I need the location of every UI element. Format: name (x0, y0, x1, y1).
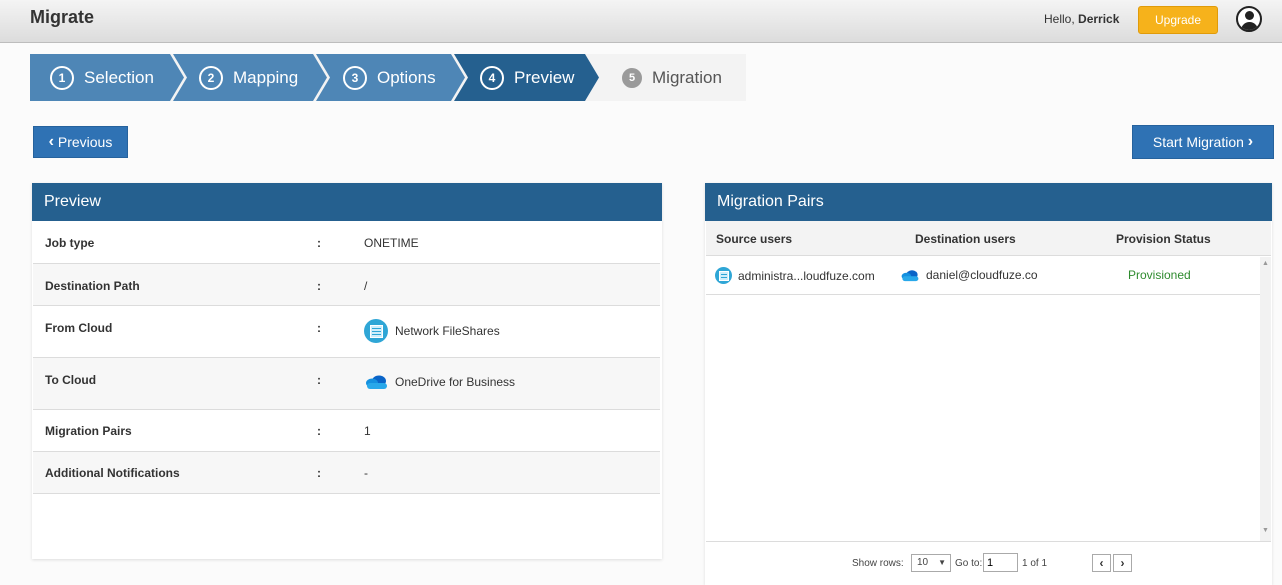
step-mapping[interactable]: 2 Mapping (199, 54, 298, 101)
scroll-down-icon[interactable]: ▼ (1262, 527, 1269, 534)
row-value-group: Network FileShares (364, 319, 500, 343)
row-value: - (364, 466, 368, 480)
prev-page-button[interactable]: ‹ (1092, 554, 1111, 572)
migration-pairs-title: Migration Pairs (705, 183, 1272, 221)
preview-row-additional-notifications: Additional Notifications : - (33, 452, 660, 494)
network-fileshares-icon (364, 319, 388, 343)
network-fileshares-icon (715, 267, 732, 284)
preview-row-to-cloud: To Cloud : OneDrive for Business (33, 358, 660, 410)
greeting-text: Hello, (1044, 12, 1075, 26)
chevron-right-icon: › (1247, 133, 1254, 150)
row-value-group: OneDrive for Business (364, 374, 515, 390)
destination-user-cell: daniel@cloudfuze.co (900, 268, 1038, 282)
wizard-steps: 1 Selection 2 Mapping 3 Options 4 Previe… (30, 54, 746, 101)
row-separator: : (317, 236, 321, 250)
user-avatar-icon[interactable] (1236, 6, 1262, 32)
preview-row-migration-pairs: Migration Pairs : 1 (33, 410, 660, 452)
row-value: 1 (364, 424, 371, 438)
table-row[interactable]: administra...loudfuze.com daniel@cloudfu… (706, 257, 1262, 295)
page-info: 1 of 1 (1022, 558, 1048, 569)
user-name: Derrick (1078, 12, 1120, 26)
step-label: Migration (652, 67, 722, 87)
row-label: Job type (45, 236, 95, 250)
go-to-label: Go to: (955, 558, 983, 569)
app-title: Migrate (30, 7, 95, 27)
dropdown-arrow-icon: ▼ (938, 558, 946, 567)
step-label: Selection (84, 67, 154, 87)
row-separator: : (317, 279, 321, 293)
step-migration[interactable]: 5 Migration (622, 54, 722, 101)
provision-status: Provisioned (1128, 268, 1191, 282)
preview-title: Preview (32, 183, 662, 221)
destination-user: daniel@cloudfuze.co (926, 268, 1038, 282)
next-page-button[interactable]: › (1113, 554, 1132, 572)
row-separator: : (317, 466, 321, 480)
column-source-users[interactable]: Source users (716, 232, 792, 246)
preview-row-job-type: Job type : ONETIME (33, 221, 660, 264)
preview-row-destination-path: Destination Path : / (33, 264, 660, 306)
row-label: Additional Notifications (45, 466, 180, 480)
source-user: administra...loudfuze.com (738, 268, 875, 283)
start-migration-label: Start Migration (1152, 134, 1244, 150)
scroll-up-icon[interactable]: ▲ (1262, 260, 1269, 267)
migration-pairs-panel: Migration Pairs Source users Destination… (705, 183, 1272, 585)
row-value: / (364, 279, 368, 293)
row-label: To Cloud (45, 373, 97, 387)
step-label: Options (377, 67, 436, 87)
chevron-left-icon: ‹ (1099, 556, 1104, 570)
step-preview[interactable]: 4 Preview (480, 54, 574, 101)
rows-per-page-select[interactable]: 10 ▼ (911, 554, 951, 572)
column-provision-status[interactable]: Provision Status (1116, 232, 1211, 246)
source-user-cell: administra...loudfuze.com (715, 267, 875, 284)
step-label: Preview (514, 67, 575, 87)
row-separator: : (317, 424, 321, 438)
pairs-table-header: Source users Destination users Provision… (706, 221, 1271, 256)
pairs-scrollbar[interactable]: ▲ ▼ (1260, 257, 1271, 541)
row-label: Migration Pairs (45, 424, 132, 438)
rows-per-page-value: 10 (917, 557, 929, 568)
row-separator: : (317, 373, 321, 387)
step-label: Mapping (233, 67, 299, 87)
previous-label: Previous (57, 134, 113, 150)
show-rows-label: Show rows: (852, 558, 904, 569)
chevron-left-icon: ‹ (48, 133, 54, 150)
row-value: ONETIME (364, 236, 419, 250)
go-to-page-input[interactable] (983, 553, 1018, 572)
step-number: 5 (622, 67, 642, 88)
step-options[interactable]: 3 Options (343, 54, 436, 101)
preview-panel: Preview Job type : ONETIME Destination P… (32, 183, 662, 559)
greeting: Hello, Derrick (1044, 12, 1119, 26)
step-selection[interactable]: 1 Selection (50, 54, 154, 101)
step-number: 1 (50, 65, 74, 90)
upgrade-button[interactable]: Upgrade (1138, 6, 1218, 34)
row-label: From Cloud (45, 321, 113, 335)
step-number: 4 (480, 65, 504, 90)
step-number: 2 (199, 65, 223, 90)
onedrive-icon (366, 375, 387, 389)
pairs-pagination: Show rows: 10 ▼ Go to: 1 of 1 ‹ › (706, 541, 1271, 585)
preview-row-from-cloud: From Cloud : Network FileShares (33, 306, 660, 358)
row-value: OneDrive for Business (395, 375, 516, 389)
column-destination-users[interactable]: Destination users (915, 232, 1016, 246)
top-header: Migrate Hello, Derrick Upgrade (0, 0, 1282, 43)
previous-button[interactable]: ‹ Previous (33, 126, 128, 158)
chevron-right-icon: › (1120, 556, 1125, 570)
row-separator: : (317, 321, 321, 335)
onedrive-icon (901, 269, 919, 281)
start-migration-button[interactable]: Start Migration › (1132, 125, 1274, 159)
row-label: Destination Path (45, 279, 140, 293)
row-value: Network FileShares (395, 324, 500, 338)
step-number: 3 (343, 65, 367, 90)
